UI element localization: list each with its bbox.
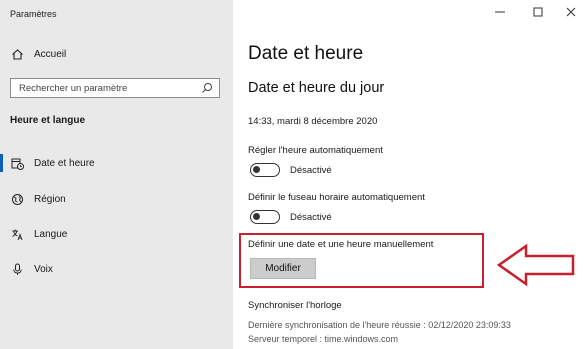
sidebar-item-home[interactable]: Accueil	[10, 46, 66, 62]
page-title: Date et heure	[248, 43, 364, 64]
manual-datetime-label: Définir une date et une heure manuelleme…	[248, 239, 434, 250]
maximize-icon	[533, 7, 543, 17]
section-subtitle: Date et heure du jour	[248, 80, 385, 96]
section-title: Heure et langue	[10, 115, 86, 126]
minimize-button[interactable]	[490, 4, 510, 20]
home-label: Accueil	[34, 48, 67, 60]
toggle-knob	[253, 213, 260, 220]
microphone-icon	[10, 262, 24, 276]
sync-title: Synchroniser l'horloge	[248, 300, 342, 311]
time-server-text: Serveur temporel : time.windows.com	[248, 334, 399, 344]
auto-time-toggle[interactable]	[250, 163, 280, 177]
pointer-arrow-icon	[496, 243, 575, 287]
auto-time-label: Régler l'heure automatiquement	[248, 145, 383, 156]
sidebar-item-language[interactable]: Langue	[0, 223, 233, 245]
sidebar-item-label: Voix	[34, 263, 53, 275]
auto-time-state: Désactivé	[290, 165, 332, 176]
auto-timezone-toggle[interactable]	[250, 210, 280, 224]
sidebar-item-region[interactable]: Région	[0, 188, 233, 210]
sidebar-item-label: Région	[34, 193, 66, 205]
last-sync-text: Dernière synchronisation de l'heure réus…	[248, 320, 511, 330]
sidebar-item-voice[interactable]: Voix	[0, 258, 233, 280]
close-button[interactable]	[561, 4, 581, 20]
search-input[interactable]: Rechercher un paramètre	[10, 78, 220, 98]
modify-button[interactable]: Modifier	[250, 258, 316, 279]
sidebar: Paramètres Accueil Rechercher un paramèt…	[0, 0, 233, 349]
toggle-knob	[253, 166, 260, 173]
window-title: Paramètres	[10, 9, 57, 19]
language-icon	[10, 227, 24, 241]
sidebar-item-label: Langue	[34, 228, 68, 240]
close-icon	[566, 7, 576, 17]
globe-icon	[10, 192, 24, 206]
minimize-icon	[495, 11, 505, 13]
maximize-button[interactable]	[528, 4, 548, 20]
current-datetime: 14:33, mardi 8 décembre 2020	[248, 116, 378, 127]
sidebar-item-label: Date et heure	[34, 157, 95, 169]
home-icon	[10, 47, 24, 61]
sidebar-item-date-time[interactable]: Date et heure	[0, 152, 233, 174]
search-icon[interactable]	[201, 82, 213, 94]
auto-timezone-state: Désactivé	[290, 212, 332, 223]
search-placeholder: Rechercher un paramètre	[19, 82, 128, 94]
calendar-clock-icon	[10, 156, 24, 170]
auto-timezone-label: Définir le fuseau horaire automatiquemen…	[248, 192, 425, 203]
